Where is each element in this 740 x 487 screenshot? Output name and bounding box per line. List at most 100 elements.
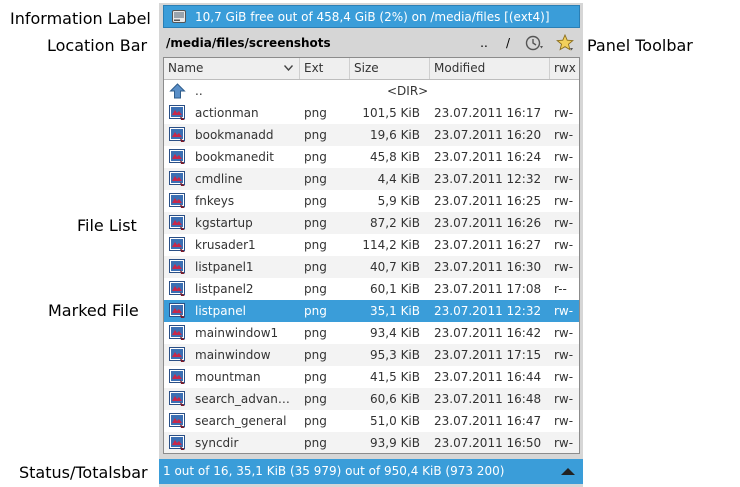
file-modified: 23.07.2011 16:27 xyxy=(434,238,542,252)
chevron-down-icon xyxy=(284,65,293,71)
file-permissions: rw- xyxy=(554,414,574,428)
file-permissions: rw- xyxy=(554,370,574,384)
status-totals-bar: 1 out of 16, 35,1 KiB (35 979) out of 95… xyxy=(159,459,583,484)
file-permissions: rw- xyxy=(554,172,574,186)
column-modified[interactable]: Modified xyxy=(430,58,550,79)
marked-file-row[interactable]: listpanel png 35,1 KiB 23.07.2011 12:32 rw- xyxy=(164,300,579,322)
file-row[interactable]: mainwindow png 95,3 KiB 23.07.2011 17:15 rw- xyxy=(164,344,579,366)
root-dir-button[interactable]: / xyxy=(501,31,515,55)
image-file-icon xyxy=(169,215,185,230)
file-permissions: rw- xyxy=(554,238,574,252)
file-row[interactable]: kgstartup png 87,2 KiB 23.07.2011 16:26 rw- xyxy=(164,212,579,234)
callout-status-totalsbar: Status/Totalsbar xyxy=(19,463,148,482)
file-modified: 23.07.2011 16:44 xyxy=(434,370,542,384)
file-modified: 23.07.2011 16:50 xyxy=(434,436,542,450)
file-name: listpanel xyxy=(195,304,246,318)
file-ext: png xyxy=(304,106,327,120)
column-ext[interactable]: Ext xyxy=(300,58,350,79)
file-name: krusader1 xyxy=(195,238,256,252)
current-path[interactable]: /media/files/screenshots xyxy=(166,31,331,55)
file-row[interactable]: mountman png 41,5 KiB 23.07.2011 16:44 rw- xyxy=(164,366,579,388)
image-file-icon xyxy=(169,105,185,120)
file-list[interactable]: Name Ext Size Modified rwx .. <DIR> acti… xyxy=(163,57,580,454)
file-row[interactable]: actionman png 101,5 KiB 23.07.2011 16:17 rw- xyxy=(164,102,579,124)
image-file-icon xyxy=(169,391,185,406)
file-permissions: rw- xyxy=(554,150,574,164)
file-size: 40,7 KiB xyxy=(370,260,420,274)
updir-row[interactable]: .. <DIR> xyxy=(164,80,579,102)
file-rows: .. <DIR> actionman png 101,5 KiB 23.07.2011… xyxy=(164,80,579,453)
free-space-text: 10,7 GiB free out of 458,4 GiB (2%) on /… xyxy=(195,10,550,24)
file-permissions: rw- xyxy=(554,348,574,362)
file-permissions: rw- xyxy=(554,106,574,120)
image-file-icon xyxy=(169,435,185,450)
expand-triangle-icon[interactable] xyxy=(561,468,575,475)
column-name-label: Name xyxy=(168,61,204,75)
callout-file-list: File List xyxy=(77,216,137,235)
file-ext: png xyxy=(304,128,327,142)
file-modified: 23.07.2011 16:17 xyxy=(434,106,542,120)
file-row[interactable]: listpanel2 png 60,1 KiB 23.07.2011 17:08 r-- xyxy=(164,278,579,300)
file-ext: png xyxy=(304,282,327,296)
file-row[interactable]: syncdir png 93,9 KiB 23.07.2011 16:50 rw- xyxy=(164,432,579,453)
file-row[interactable]: bookmanadd png 19,6 KiB 23.07.2011 16:20 rw- xyxy=(164,124,579,146)
column-name[interactable]: Name xyxy=(164,58,300,79)
file-ext: png xyxy=(304,238,327,252)
file-name: listpanel1 xyxy=(195,260,254,274)
file-modified: 23.07.2011 16:24 xyxy=(434,150,542,164)
file-row[interactable]: listpanel1 png 40,7 KiB 23.07.2011 16:30 rw- xyxy=(164,256,579,278)
file-size: 87,2 KiB xyxy=(370,216,420,230)
file-row[interactable]: search_general png 51,0 KiB 23.07.2011 16:4… xyxy=(164,410,579,432)
file-permissions: rw- xyxy=(554,326,574,340)
file-size: 45,8 KiB xyxy=(370,150,420,164)
file-permissions: rw- xyxy=(554,304,574,318)
file-size: 35,1 KiB xyxy=(370,304,420,318)
file-modified: 23.07.2011 16:30 xyxy=(434,260,542,274)
bookmark-star-icon[interactable] xyxy=(556,34,576,52)
parent-dir-button[interactable]: .. xyxy=(477,31,491,55)
image-file-icon xyxy=(169,413,185,428)
file-row[interactable]: krusader1 png 114,2 KiB 23.07.2011 16:27 rw- xyxy=(164,234,579,256)
file-ext: png xyxy=(304,172,327,186)
file-permissions: r-- xyxy=(554,282,567,296)
file-ext: png xyxy=(304,194,327,208)
updir-size: <DIR> xyxy=(387,84,429,98)
file-size: 51,0 KiB xyxy=(370,414,420,428)
image-file-icon xyxy=(169,325,185,340)
file-modified: 23.07.2011 16:20 xyxy=(434,128,542,142)
status-text: 1 out of 16, 35,1 KiB (35 979) out of 95… xyxy=(163,464,505,478)
file-ext: png xyxy=(304,436,327,450)
file-size: 60,6 KiB xyxy=(370,392,420,406)
file-permissions: rw- xyxy=(554,216,574,230)
file-modified: 23.07.2011 16:25 xyxy=(434,194,542,208)
image-file-icon xyxy=(169,369,185,384)
file-row[interactable]: mainwindow1 png 93,4 KiB 23.07.2011 16:42 rw… xyxy=(164,322,579,344)
file-size: 5,9 KiB xyxy=(377,194,420,208)
image-file-icon xyxy=(169,149,185,164)
file-row[interactable]: bookmanedit png 45,8 KiB 23.07.2011 16:24 rw… xyxy=(164,146,579,168)
column-rwx[interactable]: rwx xyxy=(550,58,579,79)
file-name: mainwindow xyxy=(195,348,271,362)
file-row[interactable]: fnkeys png 5,9 KiB 23.07.2011 16:25 rw- xyxy=(164,190,579,212)
file-modified: 23.07.2011 17:15 xyxy=(434,348,542,362)
file-modified: 23.07.2011 16:26 xyxy=(434,216,542,230)
file-size: 93,4 KiB xyxy=(370,326,420,340)
file-ext: png xyxy=(304,216,327,230)
history-icon[interactable] xyxy=(524,34,546,52)
image-file-icon xyxy=(169,303,185,318)
file-ext: png xyxy=(304,414,327,428)
file-row[interactable]: cmdline png 4,4 KiB 23.07.2011 12:32 rw- xyxy=(164,168,579,190)
file-name: cmdline xyxy=(195,172,243,186)
file-name: bookmanadd xyxy=(195,128,274,142)
column-size[interactable]: Size xyxy=(350,58,430,79)
file-name: listpanel2 xyxy=(195,282,254,296)
file-modified: 23.07.2011 12:32 xyxy=(434,172,542,186)
file-row[interactable]: search_advan… png 60,6 KiB 23.07.2011 16:48… xyxy=(164,388,579,410)
file-permissions: rw- xyxy=(554,392,574,406)
file-name: fnkeys xyxy=(195,194,235,208)
file-ext: png xyxy=(304,392,327,406)
file-permissions: rw- xyxy=(554,128,574,142)
image-file-icon xyxy=(169,127,185,142)
file-size: 114,2 KiB xyxy=(362,238,420,252)
image-file-icon xyxy=(169,193,185,208)
